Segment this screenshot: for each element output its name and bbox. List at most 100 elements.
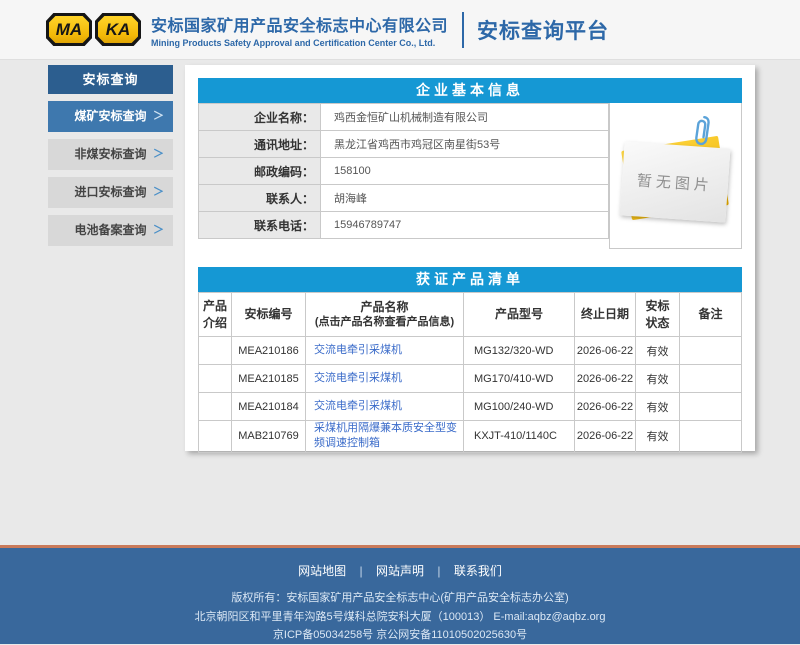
chevron-right-icon: ＞ (153, 215, 164, 246)
status-cell: 有效 (636, 337, 680, 365)
model-cell: KXJT-410/1140C (464, 421, 575, 453)
logo-badge-ma-icon: MA (46, 13, 92, 46)
enterprise-section-title: 企业基本信息 (198, 78, 742, 103)
col-header-intro: 产品 介绍 (199, 293, 232, 337)
table-row: 企业名称： 鸡西金恒矿山机械制造有限公司 (199, 104, 609, 131)
intro-cell (199, 337, 232, 365)
contact-person-value: 胡海峰 (321, 185, 609, 212)
sidebar-item-import-query[interactable]: 进口安标查询 ＞ (48, 177, 173, 208)
remark-cell (680, 337, 742, 365)
sidebar-item-noncoal-query[interactable]: 非煤安标查询 ＞ (48, 139, 173, 170)
site-header: MA KA 安标国家矿用产品安全标志中心有限公司 Mining Products… (0, 0, 800, 60)
org-titles: 安标国家矿用产品安全标志中心有限公司 Mining Products Safet… (151, 12, 448, 48)
table-row: MEA210186 交流电牵引采煤机 MG132/320-WD 2026-06-… (199, 337, 742, 365)
footer-link-statement[interactable]: 网站声明 (376, 564, 424, 578)
table-row: 联系人： 胡海峰 (199, 185, 609, 212)
status-cell: 有效 (636, 393, 680, 421)
intro-cell (199, 365, 232, 393)
sidebar-item-label: 进口安标查询 (74, 185, 146, 199)
col-header-remark: 备注 (680, 293, 742, 337)
intro-cell (199, 421, 232, 453)
cert-no-cell: MAB210769 (232, 421, 306, 453)
content-panel: 企业基本信息 企业名称： 鸡西金恒矿山机械制造有限公司 通讯地址： 黑龙江省鸡西… (185, 65, 755, 451)
model-cell: MG100/240-WD (464, 393, 575, 421)
product-name-cell: 采煤机用隔爆兼本质安全型变频调速控制箱 (306, 421, 464, 453)
photo-card-front: 暂无图片 (620, 141, 731, 222)
field-label: 通讯地址： (199, 131, 321, 158)
maka-logo: MA KA (46, 13, 141, 46)
product-name-link[interactable]: 交流电牵引采煤机 (314, 344, 402, 356)
table-header-row: 产品 介绍 安标编号 产品名称 (点击产品名称查看产品信息) 产品型号 终止日期… (199, 293, 742, 337)
remark-cell (680, 393, 742, 421)
end-date-cell: 2026-06-22 (575, 337, 636, 365)
chevron-right-icon: ＞ (153, 177, 164, 208)
enterprise-info-table: 企业名称： 鸡西金恒矿山机械制造有限公司 通讯地址： 黑龙江省鸡西市鸡冠区南星街… (198, 103, 609, 239)
table-row: MAB210769 采煤机用隔爆兼本质安全型变频调速控制箱 KXJT-410/1… (199, 421, 742, 453)
org-name-zh: 安标国家矿用产品安全标志中心有限公司 (151, 12, 448, 36)
logo-badge-ka-icon: KA (95, 13, 141, 46)
status-cell: 有效 (636, 421, 680, 453)
no-image-text: 暂无图片 (636, 169, 713, 195)
field-label: 联系电话： (199, 212, 321, 239)
col-header-product-name: 产品名称 (点击产品名称查看产品信息) (306, 293, 464, 337)
col-header-status: 安标 状态 (636, 293, 680, 337)
status-cell: 有效 (636, 365, 680, 393)
footer-copyright: 版权所有：安标国家矿用产品安全标志中心(矿用产品安全标志办公室) (0, 589, 800, 608)
footer-link-sitemap[interactable]: 网站地图 (298, 564, 346, 578)
sidebar-item-label: 煤矿安标查询 (74, 109, 146, 123)
chevron-right-icon: ＞ (153, 101, 164, 132)
product-name-cell: 交流电牵引采煤机 (306, 393, 464, 421)
certified-products-table: 产品 介绍 安标编号 产品名称 (点击产品名称查看产品信息) 产品型号 终止日期… (198, 292, 742, 453)
products-section-title: 获证产品清单 (198, 267, 742, 292)
chevron-right-icon: ＞ (153, 139, 164, 170)
table-row: 通讯地址： 黑龙江省鸡西市鸡冠区南星街53号 (199, 131, 609, 158)
footer-address: 北京朝阳区和平里青年沟路5号煤科总院安科大厦（100013） E-mail:aq… (0, 608, 800, 627)
product-name-cell: 交流电牵引采煤机 (306, 365, 464, 393)
end-date-cell: 2026-06-22 (575, 365, 636, 393)
org-name-en: Mining Products Safety Approval and Cert… (151, 38, 448, 48)
sidebar-item-coal-query[interactable]: 煤矿安标查询 ＞ (48, 101, 173, 132)
table-row: 邮政编码： 158100 (199, 158, 609, 185)
col-header-cert-no: 安标编号 (232, 293, 306, 337)
field-label: 邮政编码： (199, 158, 321, 185)
sidebar-item-label: 电池备案查询 (74, 223, 146, 237)
table-row: 联系电话： 15946789747 (199, 212, 609, 239)
product-name-cell: 交流电牵引采煤机 (306, 337, 464, 365)
col-header-end-date: 终止日期 (575, 293, 636, 337)
no-image-placeholder: 暂无图片 (609, 103, 742, 249)
footer-links: 网站地图 | 网站声明 | 联系我们 (0, 562, 800, 579)
product-name-link[interactable]: 交流电牵引采煤机 (314, 400, 402, 412)
footer-link-separator: | (360, 564, 363, 578)
address-value: 黑龙江省鸡西市鸡冠区南星街53号 (321, 131, 609, 158)
sidebar-item-battery-query[interactable]: 电池备案查询 ＞ (48, 215, 173, 246)
table-row: MEA210184 交流电牵引采煤机 MG100/240-WD 2026-06-… (199, 393, 742, 421)
sidebar: 安标查询 煤矿安标查询 ＞ 非煤安标查询 ＞ 进口安标查询 ＞ 电池备案查询 ＞ (48, 65, 173, 253)
footer-link-contact[interactable]: 联系我们 (454, 564, 502, 578)
remark-cell (680, 365, 742, 393)
table-row: MEA210185 交流电牵引采煤机 MG170/410-WD 2026-06-… (199, 365, 742, 393)
field-label: 联系人： (199, 185, 321, 212)
main-area: 安标查询 煤矿安标查询 ＞ 非煤安标查询 ＞ 进口安标查询 ＞ 电池备案查询 ＞… (0, 60, 800, 451)
col-header-model: 产品型号 (464, 293, 575, 337)
product-name-link[interactable]: 交流电牵引采煤机 (314, 372, 402, 384)
remark-cell (680, 421, 742, 453)
postcode-value: 158100 (321, 158, 609, 185)
cert-no-cell: MEA210186 (232, 337, 306, 365)
platform-title: 安标查询平台 (477, 15, 609, 45)
company-name-value: 鸡西金恒矿山机械制造有限公司 (321, 104, 609, 131)
sidebar-item-label: 非煤安标查询 (74, 147, 146, 161)
field-label: 企业名称： (199, 104, 321, 131)
product-name-link[interactable]: 采煤机用隔爆兼本质安全型变频调速控制箱 (314, 422, 457, 449)
footer-icp: 京ICP备05034258号 京公网安备11010502025630号 (0, 626, 800, 645)
model-cell: MG170/410-WD (464, 365, 575, 393)
phone-value: 15946789747 (321, 212, 609, 239)
cert-no-cell: MEA210184 (232, 393, 306, 421)
end-date-cell: 2026-06-22 (575, 421, 636, 453)
footer-link-separator: | (437, 564, 440, 578)
end-date-cell: 2026-06-22 (575, 393, 636, 421)
header-divider (462, 12, 464, 48)
intro-cell (199, 393, 232, 421)
model-cell: MG132/320-WD (464, 337, 575, 365)
sidebar-title: 安标查询 (48, 65, 173, 94)
page-footer: 网站地图 | 网站声明 | 联系我们 版权所有：安标国家矿用产品安全标志中心(矿… (0, 545, 800, 644)
